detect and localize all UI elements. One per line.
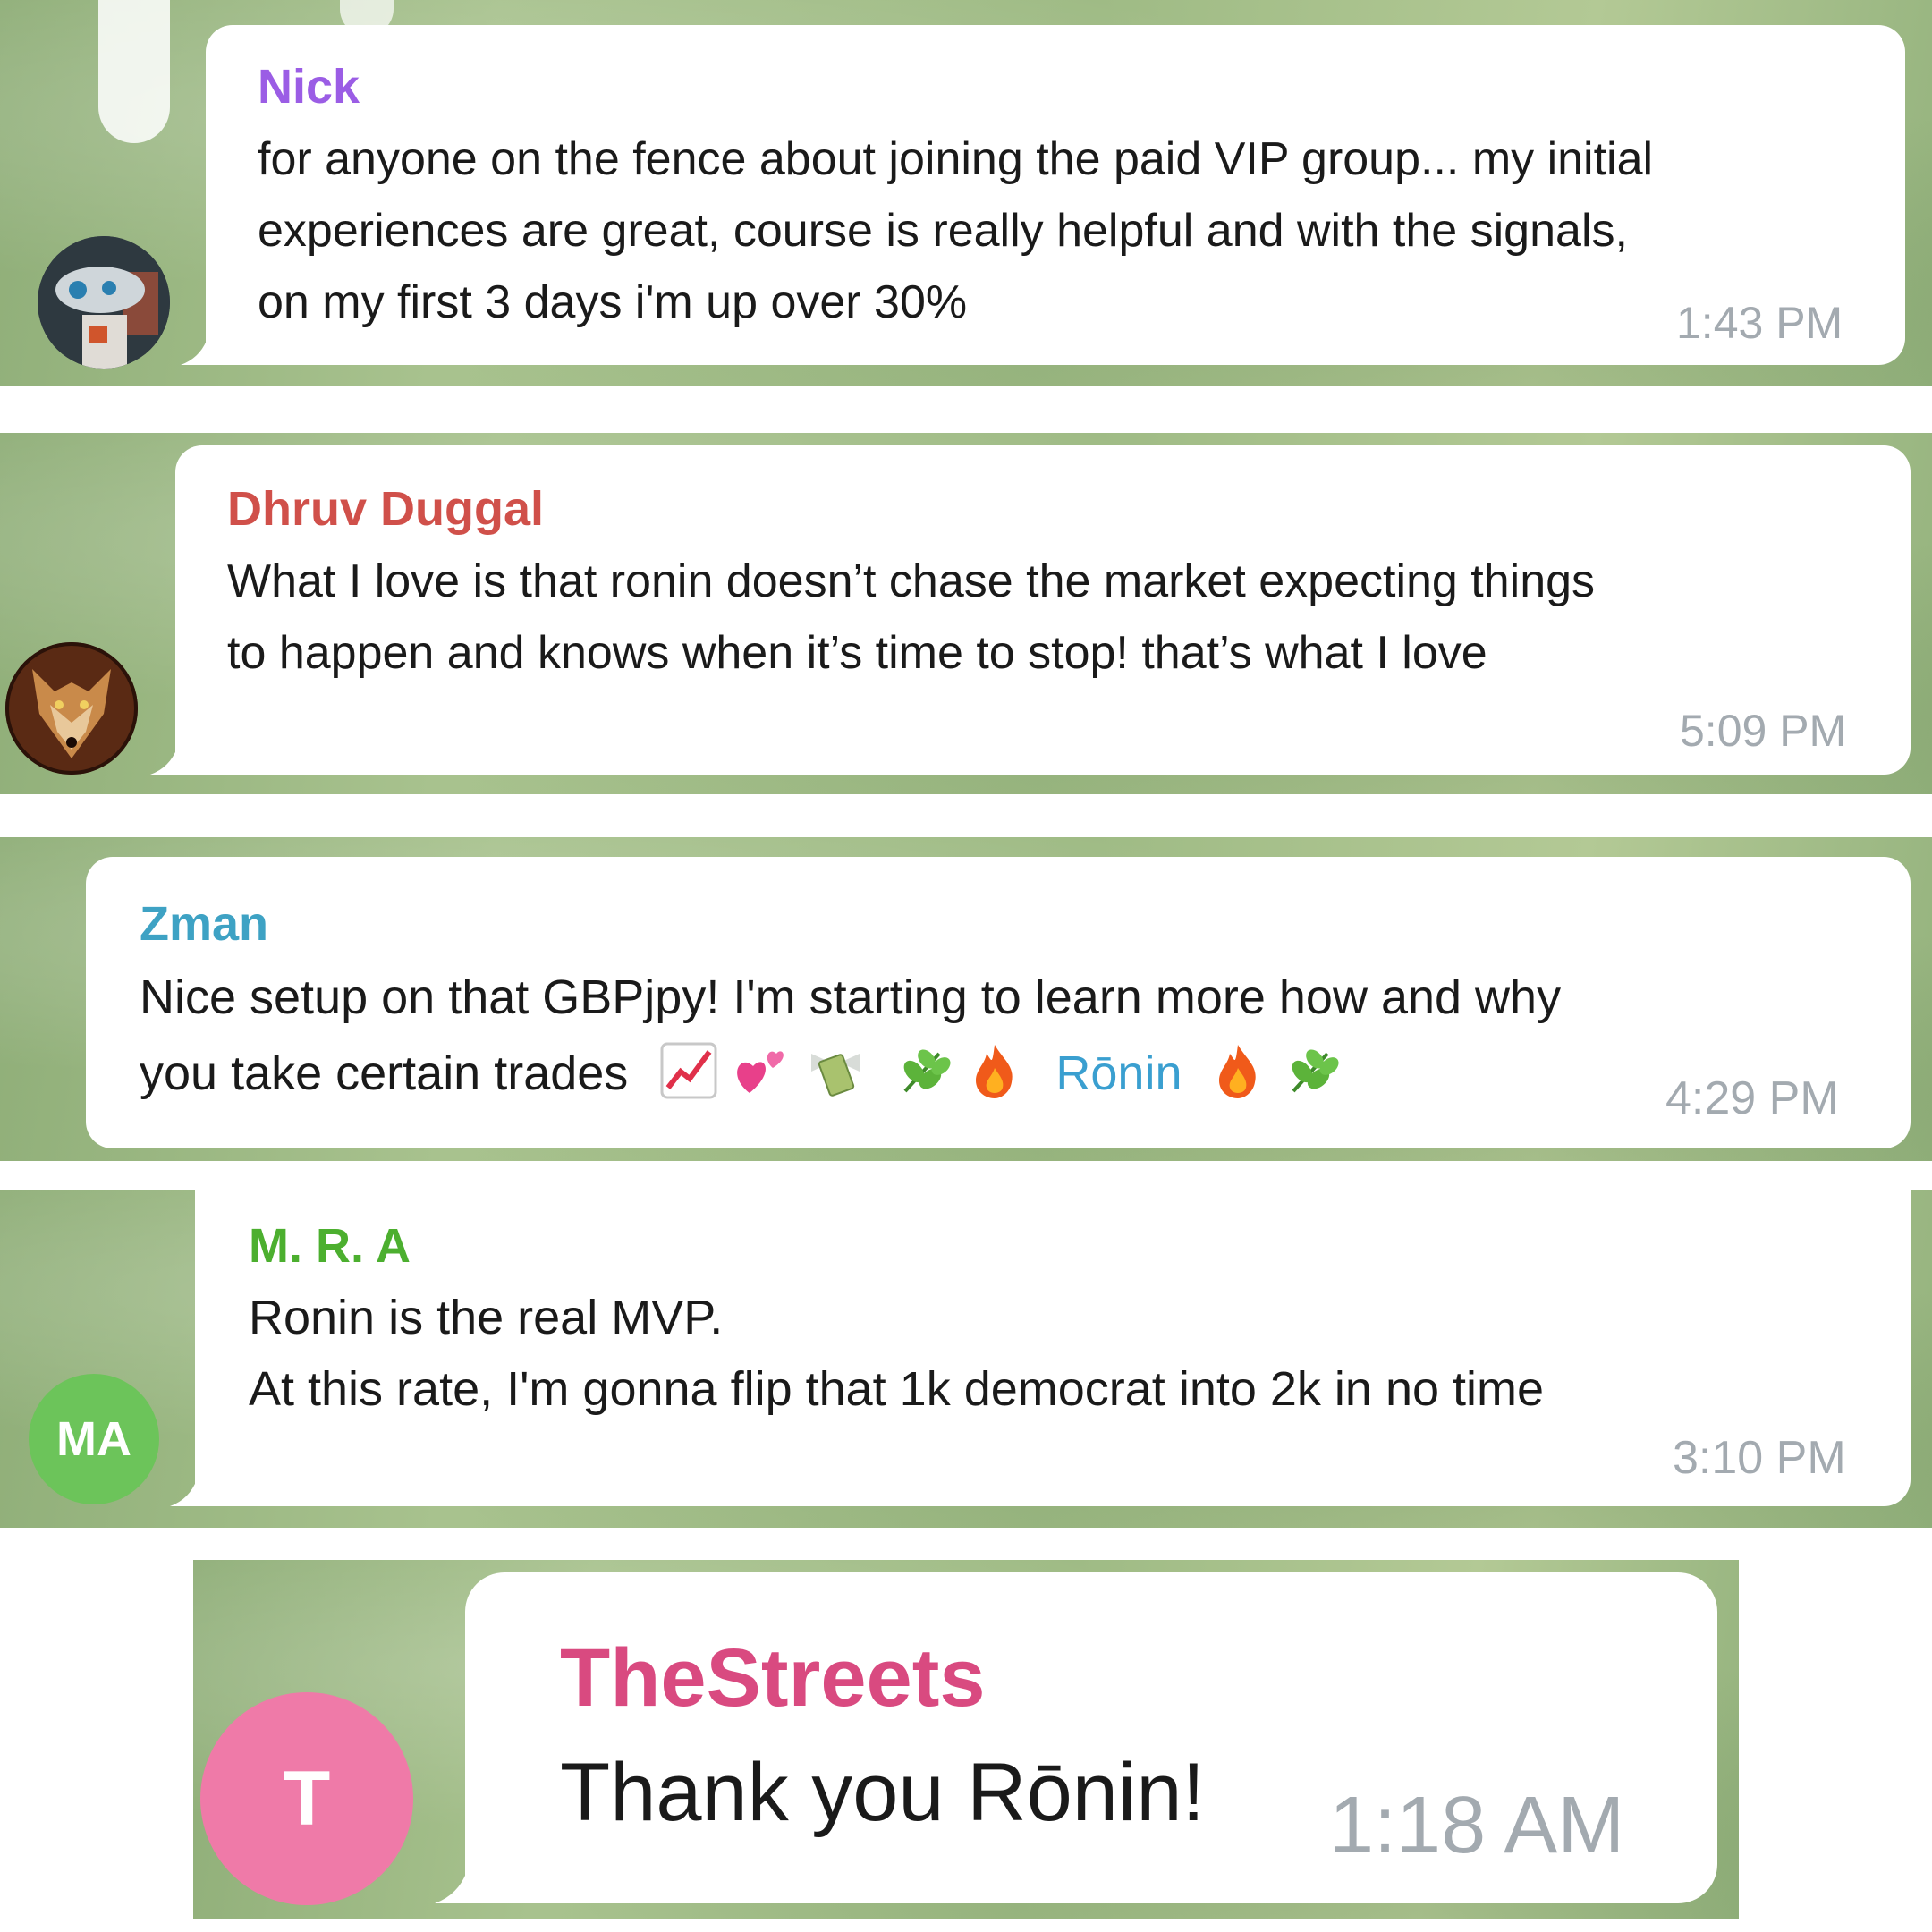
- chat-panel-dhruv: Dhruv Duggal What I love is that ronin d…: [0, 433, 1932, 794]
- message-line: Nice setup on that GBPjpy! I'm starting …: [140, 970, 1562, 1024]
- avatar[interactable]: MA: [29, 1374, 159, 1504]
- herb-emoji-icon: [893, 1041, 952, 1112]
- background-decoration: [98, 0, 170, 143]
- chat-panel-mra: MA M. R. A Ronin is the real MVP. At thi…: [0, 1190, 1932, 1528]
- sender-name[interactable]: Zman: [140, 896, 268, 952]
- message-line: to happen and knows when it’s time to st…: [227, 627, 1487, 679]
- herb-emoji-icon: [1281, 1041, 1340, 1112]
- message-line: At this rate, I'm gonna flip that 1k dem…: [249, 1362, 1545, 1416]
- chat-panel-thestreets: T TheStreets Thank you Rōnin! 1:18 AM: [193, 1560, 1739, 1919]
- sender-name[interactable]: TheStreets: [560, 1631, 986, 1725]
- message-bubble[interactable]: [195, 1190, 1911, 1506]
- robot-photo-avatar-icon: [38, 236, 170, 369]
- message-time: 1:18 AM: [1329, 1781, 1625, 1870]
- avatar[interactable]: T: [200, 1692, 413, 1905]
- sender-name[interactable]: Dhruv Duggal: [227, 481, 544, 537]
- message-time: 1:43 PM: [1676, 298, 1843, 348]
- message-line: Ronin is the real MVP.: [249, 1291, 724, 1344]
- avatar[interactable]: [38, 236, 170, 369]
- wolf-photo-avatar-icon: [5, 642, 138, 775]
- bubble-tail: [181, 338, 208, 365]
- fire-emoji-icon: [965, 1041, 1024, 1112]
- mention-link[interactable]: Rōnin: [1055, 1046, 1182, 1100]
- chart-increasing-emoji-icon: [659, 1041, 718, 1112]
- message-text: Thank you Rōnin!: [560, 1747, 1206, 1838]
- message-text: you take certain trades: [140, 1046, 629, 1100]
- message-line: What I love is that ronin doesn’t chase …: [227, 555, 1596, 607]
- bubble-tail: [435, 1871, 467, 1903]
- chat-panel-zman: Zman Nice setup on that GBPjpy! I'm star…: [0, 837, 1932, 1161]
- fire-emoji-icon: [1208, 1041, 1267, 1112]
- message-time: 3:10 PM: [1673, 1432, 1846, 1484]
- sender-name[interactable]: M. R. A: [249, 1218, 411, 1274]
- message-line-with-emoji: you take certain trades Rōnin: [140, 1041, 1340, 1112]
- avatar[interactable]: [5, 642, 138, 775]
- message-line: on my first 3 days i'm up over 30%: [258, 276, 968, 328]
- sender-name[interactable]: Nick: [258, 59, 360, 114]
- money-with-wings-emoji-icon: [804, 1041, 867, 1112]
- bubble-tail: [170, 1479, 197, 1506]
- two-hearts-emoji-icon: [732, 1041, 791, 1112]
- message-line: experiences are great, course is really …: [258, 205, 1628, 257]
- bubble-tail: [150, 748, 177, 775]
- message-line: for anyone on the fence about joining th…: [258, 133, 1654, 185]
- message-time: 5:09 PM: [1680, 706, 1847, 756]
- message-time: 4:29 PM: [1665, 1072, 1839, 1124]
- chat-panel-nick: Nick for anyone on the fence about joini…: [0, 0, 1932, 386]
